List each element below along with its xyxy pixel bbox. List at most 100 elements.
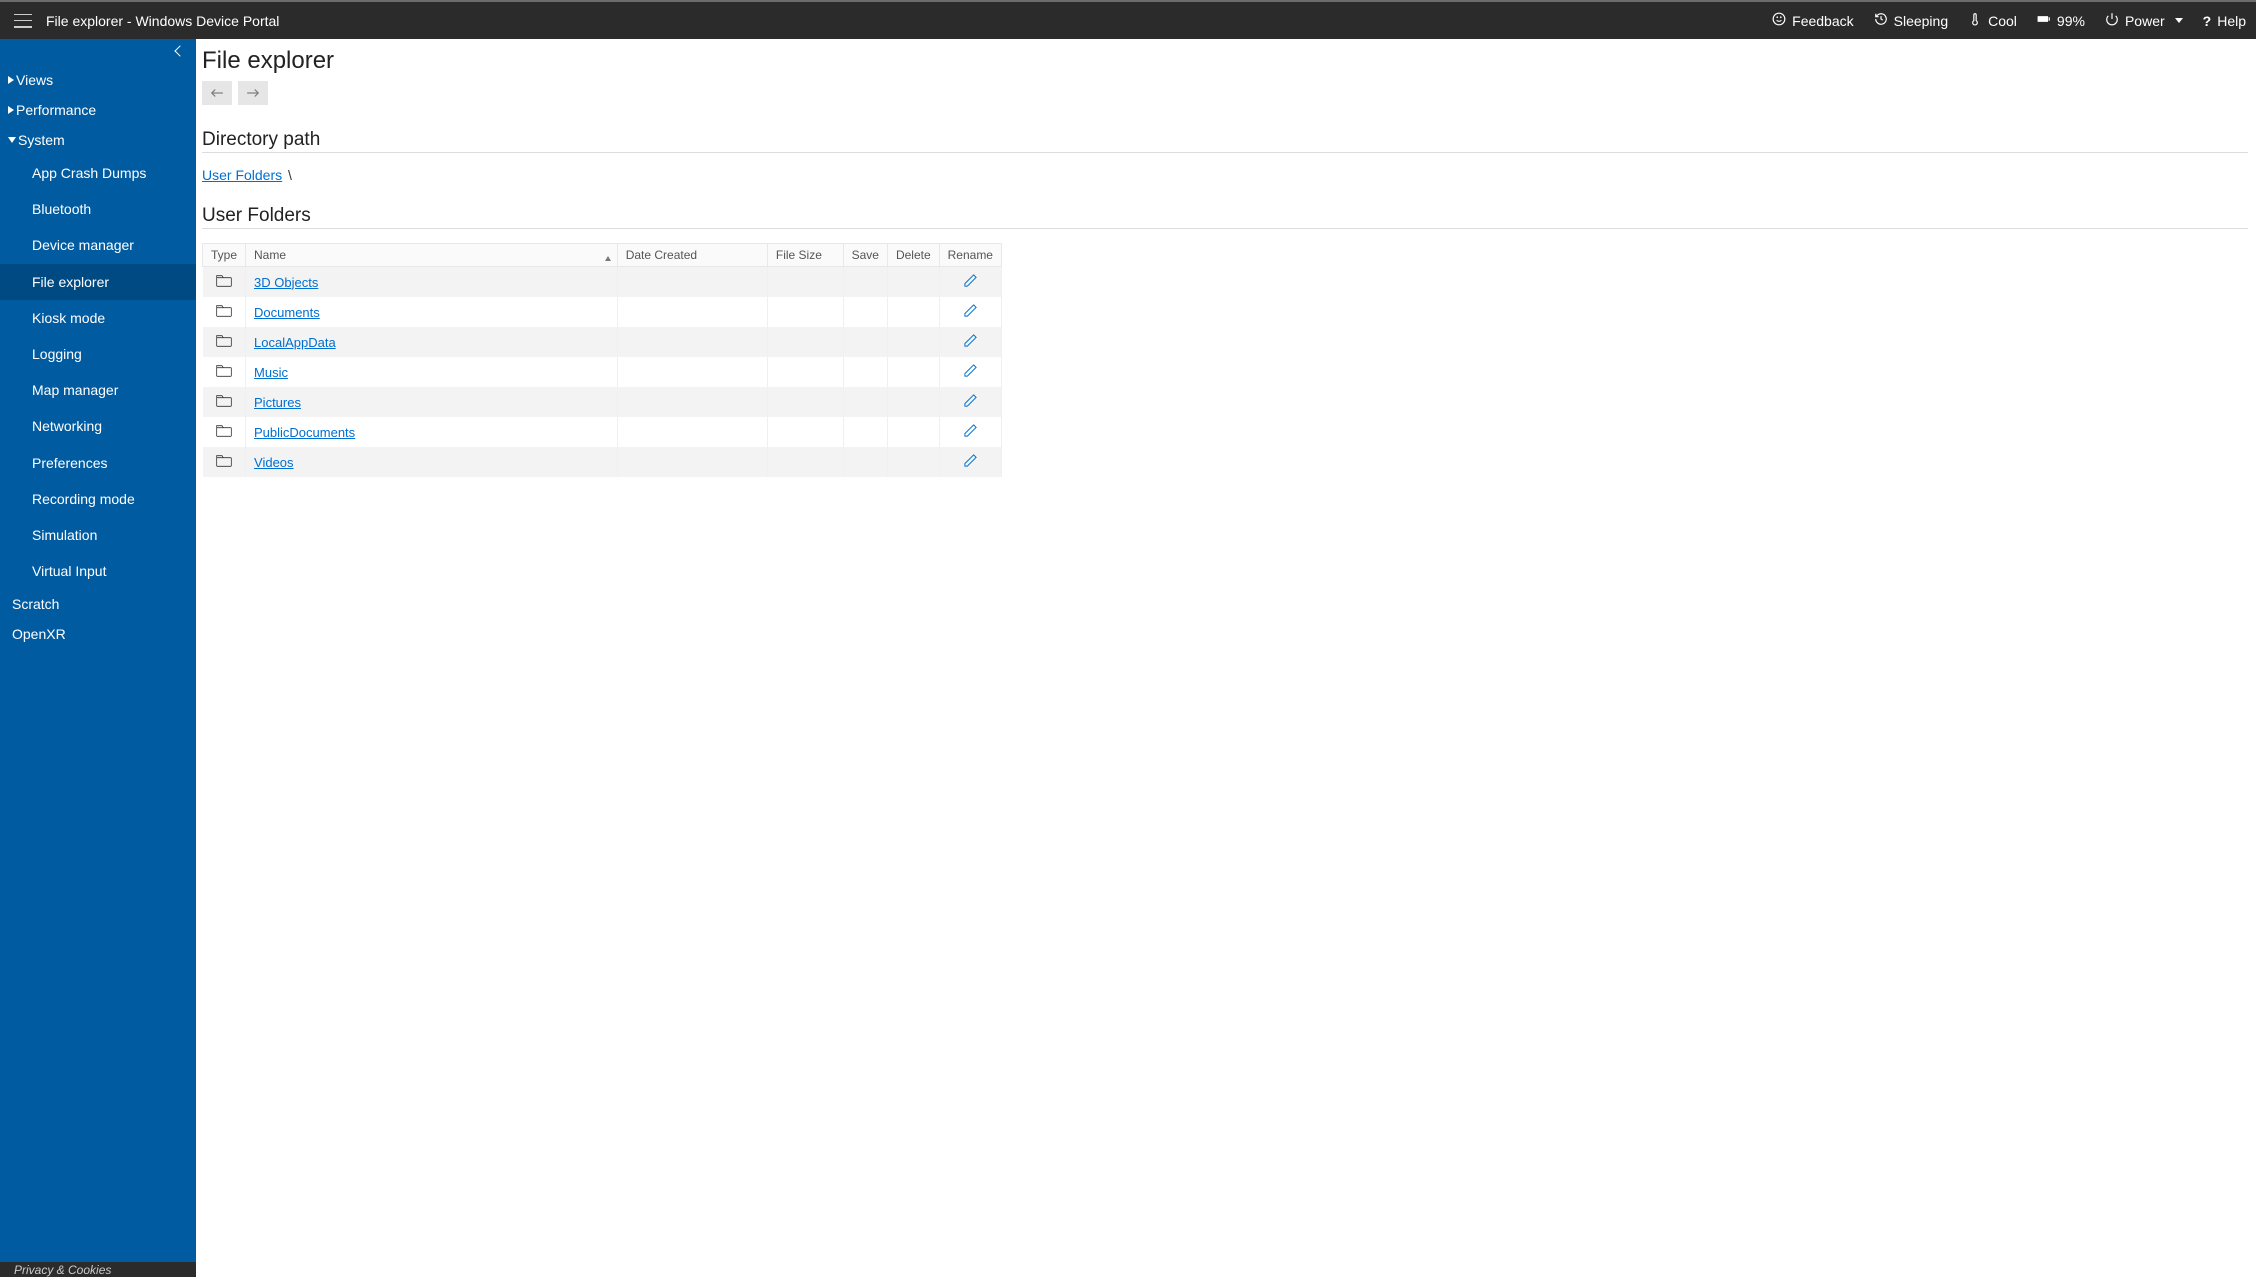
date-cell (617, 357, 767, 387)
sidebar-item-simulation[interactable]: Simulation (0, 517, 196, 553)
sleep-status[interactable]: Sleeping (1874, 12, 1949, 29)
battery-status[interactable]: 99% (2037, 12, 2085, 29)
folder-icon (216, 425, 232, 440)
save-cell (843, 327, 887, 357)
pencil-icon[interactable] (963, 273, 978, 288)
hamburger-menu-icon[interactable] (14, 14, 32, 28)
rename-cell (939, 417, 1001, 447)
col-type[interactable]: Type (203, 244, 246, 267)
save-cell (843, 417, 887, 447)
col-name[interactable]: Name (246, 244, 618, 267)
date-cell (617, 417, 767, 447)
type-cell (203, 297, 246, 327)
save-cell (843, 447, 887, 477)
sidebar-item-bluetooth[interactable]: Bluetooth (0, 191, 196, 227)
feedback-label: Feedback (1792, 13, 1853, 29)
pencil-icon[interactable] (963, 333, 978, 348)
folder-icon (216, 275, 232, 290)
type-cell (203, 387, 246, 417)
size-cell (767, 387, 843, 417)
sidebar-item-file-explorer[interactable]: File explorer (0, 264, 196, 300)
pencil-icon[interactable] (963, 423, 978, 438)
col-save[interactable]: Save (843, 244, 887, 267)
sidebar-item-label: Logging (32, 346, 82, 362)
sidebar-item-label: File explorer (32, 274, 109, 290)
breadcrumb-root[interactable]: User Folders (202, 167, 282, 183)
size-cell (767, 267, 843, 298)
back-button[interactable] (202, 81, 232, 105)
date-cell (617, 267, 767, 298)
sidebar-item-logging[interactable]: Logging (0, 336, 196, 372)
save-cell (843, 357, 887, 387)
sidebar-item-scratch[interactable]: Scratch (0, 589, 196, 619)
pencil-icon[interactable] (963, 393, 978, 408)
pencil-icon[interactable] (963, 303, 978, 318)
history-icon (1874, 12, 1888, 29)
sidebar-item-virtual-input[interactable]: Virtual Input (0, 553, 196, 589)
name-cell: Music (246, 357, 618, 387)
sidebar-item-app-crash-dumps[interactable]: App Crash Dumps (0, 155, 196, 191)
nav-group-views[interactable]: Views (0, 65, 196, 95)
folder-link[interactable]: LocalAppData (254, 335, 336, 350)
sidebar-item-label: Simulation (32, 527, 97, 543)
col-rename[interactable]: Rename (939, 244, 1001, 267)
type-cell (203, 327, 246, 357)
sidebar-collapse-chevron-icon[interactable] (176, 47, 188, 59)
feedback-button[interactable]: Feedback (1772, 12, 1853, 29)
date-cell (617, 327, 767, 357)
type-cell (203, 447, 246, 477)
power-menu[interactable]: Power (2105, 12, 2183, 29)
delete-cell (887, 417, 939, 447)
power-label: Power (2125, 13, 2165, 29)
privacy-link[interactable]: Privacy & Cookies (14, 1263, 111, 1277)
folder-link[interactable]: Music (254, 365, 288, 380)
table-row: Music (203, 357, 1002, 387)
temperature-status[interactable]: Cool (1968, 12, 2017, 29)
name-cell: LocalAppData (246, 327, 618, 357)
nav-group-performance[interactable]: Performance (0, 95, 196, 125)
folder-icon (216, 335, 232, 350)
sidebar-item-label: App Crash Dumps (32, 165, 146, 181)
sidebar-item-label: Kiosk mode (32, 310, 105, 326)
sidebar: Views Performance System App Crash Dumps… (0, 39, 196, 1277)
sidebar-item-label: Virtual Input (32, 563, 106, 579)
sidebar-item-preferences[interactable]: Preferences (0, 445, 196, 481)
col-date[interactable]: Date Created (617, 244, 767, 267)
nav-group-label: Views (16, 72, 53, 88)
folder-link[interactable]: PublicDocuments (254, 425, 355, 440)
sidebar-item-map-manager[interactable]: Map manager (0, 372, 196, 408)
folder-link[interactable]: Pictures (254, 395, 301, 410)
pencil-icon[interactable] (963, 453, 978, 468)
save-cell (843, 387, 887, 417)
col-delete[interactable]: Delete (887, 244, 939, 267)
main-content: File explorer Directory path User Folder… (196, 39, 2256, 1277)
sidebar-footer[interactable]: Privacy & Cookies (0, 1262, 196, 1277)
folder-link[interactable]: Videos (254, 455, 294, 470)
save-cell (843, 297, 887, 327)
chevron-down-icon (8, 137, 16, 143)
page-title: File explorer (202, 47, 2248, 75)
sidebar-item-label: Scratch (12, 596, 59, 612)
col-size[interactable]: File Size (767, 244, 843, 267)
sidebar-item-recording-mode[interactable]: Recording mode (0, 481, 196, 517)
sidebar-item-device-manager[interactable]: Device manager (0, 227, 196, 263)
folder-link[interactable]: 3D Objects (254, 275, 318, 290)
sleep-label: Sleeping (1894, 13, 1949, 29)
sidebar-item-label: Map manager (32, 382, 118, 398)
sidebar-item-openxr[interactable]: OpenXR (0, 619, 196, 649)
forward-button[interactable] (238, 81, 268, 105)
pencil-icon[interactable] (963, 363, 978, 378)
help-button[interactable]: ? Help (2203, 13, 2246, 29)
nav-group-system[interactable]: System (0, 125, 196, 155)
type-cell (203, 357, 246, 387)
sidebar-item-kiosk-mode[interactable]: Kiosk mode (0, 300, 196, 336)
folder-link[interactable]: Documents (254, 305, 320, 320)
sidebar-item-label: Recording mode (32, 491, 135, 507)
delete-cell (887, 387, 939, 417)
temperature-label: Cool (1988, 13, 2017, 29)
chevron-right-icon (8, 106, 14, 114)
rename-cell (939, 267, 1001, 298)
rename-cell (939, 387, 1001, 417)
smiley-icon (1772, 12, 1786, 29)
sidebar-item-networking[interactable]: Networking (0, 408, 196, 444)
